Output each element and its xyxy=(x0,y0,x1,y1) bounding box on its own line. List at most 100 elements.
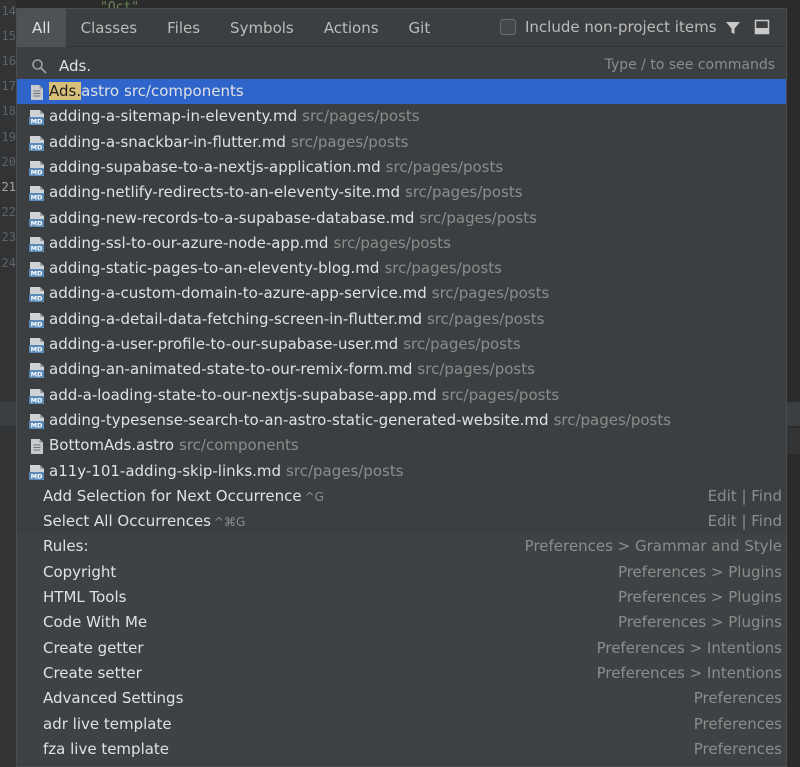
file-name-text: a11y-101-adding-skip-links.md xyxy=(49,461,282,480)
file-result-row[interactable]: MD adding-new-records-to-a-supabase-datab… xyxy=(17,206,786,231)
astro-file-icon xyxy=(29,437,45,455)
action-name-text: Copyright xyxy=(43,562,117,581)
action-result-row[interactable]: adr live template Preferences xyxy=(17,711,786,737)
file-name-text: adding-netlify-redirects-to-an-eleventy-… xyxy=(49,183,401,202)
action-name: Add Selection for Next Occurrence ^G xyxy=(43,484,324,510)
action-result-row[interactable]: Select All Occurrences ^⌘G Edit | Find xyxy=(17,509,786,534)
action-name-text: Create getter xyxy=(43,638,144,657)
action-location: Preferences xyxy=(693,739,782,758)
match-highlight: Ads. xyxy=(49,82,82,100)
action-result-row[interactable]: Create getter Preferences > Intentions xyxy=(17,635,786,661)
action-result-row[interactable]: Copyright Preferences > Plugins xyxy=(17,559,786,585)
file-path: src/pages/posts xyxy=(431,284,550,303)
line-number: 17 xyxy=(1,79,16,93)
file-result-row[interactable]: MD adding-a-snackbar-in-flutter.md src/pag… xyxy=(17,130,786,155)
markdown-file-icon: MD xyxy=(29,311,45,328)
file-name: adding-a-detail-data-fetching-screen-in-… xyxy=(49,307,544,332)
action-name: HTML Tools xyxy=(43,585,126,610)
file-name-text: adding-a-detail-data-fetching-screen-in-… xyxy=(49,309,422,328)
file-name-text: adding-static-pages-to-an-eleventy-blog.… xyxy=(49,259,380,278)
file-result-row[interactable]: MD adding-ssl-to-our-azure-node-app.md src… xyxy=(17,231,786,256)
file-result-row[interactable]: MD adding-a-custom-domain-to-azure-app-se… xyxy=(17,281,786,306)
line-number: 18 xyxy=(1,104,16,118)
search-icon xyxy=(32,59,47,74)
action-name-text: Advanced Settings xyxy=(43,689,184,708)
action-shortcut: ^⌘G xyxy=(213,515,246,530)
svg-text:MD: MD xyxy=(31,421,43,429)
file-name: adding-an-animated-state-to-our-remix-fo… xyxy=(49,357,535,382)
markdown-file-icon: MD xyxy=(29,159,45,176)
svg-text:MD: MD xyxy=(31,320,43,328)
markdown-file-icon: MD xyxy=(29,184,45,202)
action-name-text: Code With Me xyxy=(43,613,148,632)
search-everywhere-popup: All Classes Files Symbols Actions Git In… xyxy=(16,8,787,767)
file-path: src/components xyxy=(179,436,299,455)
file-name: BottomAds.astro src/components xyxy=(49,433,299,458)
action-result-row[interactable]: Code With Me Preferences > Plugins xyxy=(17,610,786,636)
action-name: Select All Occurrences ^⌘G xyxy=(43,509,245,535)
action-name: Rules: xyxy=(43,534,89,559)
action-location: Edit | Find xyxy=(707,512,782,531)
svg-text:MD: MD xyxy=(31,244,43,252)
file-name: adding-a-snackbar-in-flutter.md src/pages… xyxy=(49,130,408,155)
action-result-row[interactable]: Advanced Settings Preferences xyxy=(17,686,786,712)
file-result-row[interactable]: MD adding-an-animated-state-to-our-remix-… xyxy=(17,357,786,382)
line-number: 22 xyxy=(1,205,16,219)
file-name: adding-a-user-profile-to-our-supabase-us… xyxy=(49,332,521,357)
action-name: Code With Me xyxy=(43,610,147,635)
file-name-text: adding-a-custom-domain-to-azure-app-serv… xyxy=(49,284,427,303)
file-result-row[interactable]: MD add-a-loading-state-to-our-nextjs-supa… xyxy=(17,383,786,408)
action-location: Preferences > Intentions xyxy=(596,638,782,657)
action-name: Create getter xyxy=(43,636,144,661)
include-non-project-checkbox[interactable] xyxy=(500,19,516,35)
tab-classes[interactable]: Classes xyxy=(66,9,153,47)
action-name: Copyright xyxy=(43,560,116,585)
file-name: adding-new-records-to-a-supabase-databas… xyxy=(49,206,537,231)
line-number: 24 xyxy=(1,256,16,270)
file-result-row[interactable]: MD adding-a-detail-data-fetching-screen-i… xyxy=(17,307,786,332)
svg-text:MD: MD xyxy=(31,295,43,303)
action-location: Preferences xyxy=(693,689,782,708)
action-location: Preferences xyxy=(693,714,782,733)
file-result-row[interactable]: MD adding-netlify-redirects-to-an-elevent… xyxy=(17,180,786,205)
tab-git[interactable]: Git xyxy=(394,9,446,47)
filter-icon[interactable] xyxy=(724,19,742,37)
action-location: Preferences > Plugins xyxy=(617,613,782,632)
action-location: Preferences > Intentions xyxy=(596,663,782,682)
tab-files[interactable]: Files xyxy=(152,9,215,47)
file-result-row[interactable]: MD a11y-101-adding-skip-links.md src/pages… xyxy=(17,459,786,484)
search-input[interactable] xyxy=(59,53,559,79)
file-result-row[interactable]: MD adding-typesense-search-to-an-astro-st… xyxy=(17,408,786,433)
file-name: a11y-101-adding-skip-links.md src/pages/p… xyxy=(49,459,404,484)
action-name-text: Add Selection for Next Occurrence xyxy=(43,486,302,505)
svg-text:MD: MD xyxy=(31,371,43,379)
action-result-row[interactable]: fza live template Preferences xyxy=(17,736,786,762)
file-name-text: add-a-loading-state-to-our-nextjs-supaba… xyxy=(49,385,437,404)
svg-text:MD: MD xyxy=(31,396,43,404)
tab-all[interactable]: All xyxy=(17,9,66,47)
file-result-row[interactable]: MD adding-supabase-to-a-nextjs-applicatio… xyxy=(17,155,786,180)
line-number: 23 xyxy=(1,230,16,244)
svg-text:MD: MD xyxy=(31,346,43,354)
file-name: adding-typesense-search-to-an-astro-stat… xyxy=(49,408,671,433)
tab-symbols[interactable]: Symbols xyxy=(215,9,309,47)
open-in-tool-window-icon[interactable] xyxy=(754,19,770,35)
svg-text:MD: MD xyxy=(31,270,43,278)
action-result-row[interactable]: Add Selection for Next Occurrence ^G Edit … xyxy=(17,484,786,509)
action-result-row[interactable]: HTML Tools Preferences > Plugins xyxy=(17,585,786,610)
file-path: src/pages/posts xyxy=(384,259,502,278)
file-name-text: adding-a-sitemap-in-eleventy.md xyxy=(49,107,298,126)
include-non-project-toggle[interactable]: Include non-project items xyxy=(500,18,717,36)
action-result-row[interactable]: Rules: Preferences > Grammar and Style xyxy=(17,534,786,560)
file-name-text: adding-a-user-profile-to-our-supabase-us… xyxy=(49,335,399,353)
file-result-row[interactable]: MD adding-static-pages-to-an-eleventy-blo… xyxy=(17,256,786,281)
file-result-row[interactable]: Ads.astro src/components xyxy=(17,79,786,104)
file-result-row[interactable]: MD adding-a-sitemap-in-eleventy.md src/pag… xyxy=(17,104,786,129)
file-path: src/pages/posts xyxy=(302,107,420,126)
file-result-row[interactable]: BottomAds.astro src/components xyxy=(17,433,786,458)
astro-file-icon xyxy=(29,83,45,100)
file-result-row[interactable]: MD adding-a-user-profile-to-our-supabase-… xyxy=(17,332,786,357)
tab-actions[interactable]: Actions xyxy=(309,9,394,47)
action-result-row[interactable]: Create setter Preferences > Intentions xyxy=(17,660,786,686)
markdown-file-icon: MD xyxy=(29,108,45,126)
